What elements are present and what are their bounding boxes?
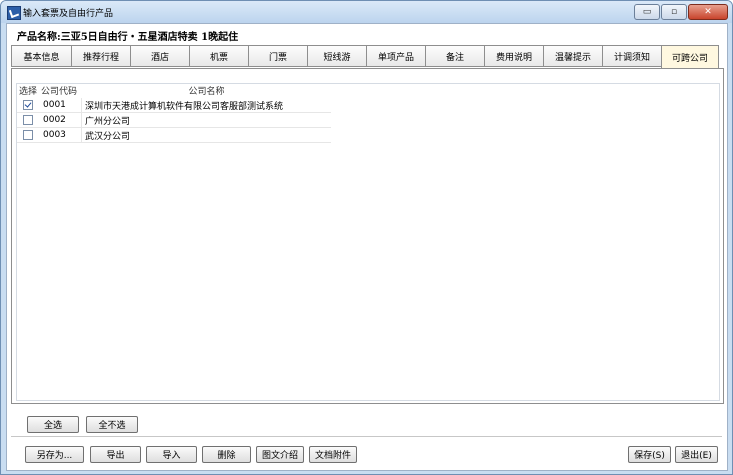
close-button[interactable]: ✕ (688, 4, 728, 20)
tab-label: 温馨提示 (554, 52, 591, 63)
row-name: 深圳市天港成计算机软件有限公司客服部测试系统 (85, 101, 284, 112)
row-code: 0002 (39, 113, 82, 127)
row-code: 0003 (39, 128, 82, 142)
tab-air-ticket[interactable]: 机票 (189, 45, 249, 67)
button-label: 退出(E) (681, 451, 712, 461)
button-label: 导入 (162, 451, 181, 461)
minimize-button[interactable]: ▭ (634, 4, 660, 20)
tab-label: 机票 (209, 52, 228, 63)
button-label: 另存为... (36, 451, 73, 461)
tab-fee-description[interactable]: 费用说明 (484, 45, 544, 67)
client-area: 产品名称:三亚5日自由行・五星酒店特卖 1晚起住 基本信息 推荐行程 酒店 机票… (6, 23, 728, 471)
tab-remarks[interactable]: 备注 (425, 45, 485, 67)
grid-header: 选择 公司代码 公司名称 (17, 84, 331, 97)
tab-warm-tips[interactable]: 温馨提示 (543, 45, 603, 67)
product-name: 产品名称:三亚5日自由行・五星酒店特卖 1晚起住 (17, 32, 239, 43)
row-checkbox[interactable] (23, 100, 33, 110)
delete-button[interactable]: 删除 (202, 446, 251, 463)
title-bar[interactable]: 输入套票及自由行产品 ▭ ▫ ✕ (1, 1, 732, 23)
button-label: 全选 (43, 421, 62, 431)
table-row[interactable]: 0001 深圳市天港成计算机软件有限公司客服部测试系统 (17, 98, 331, 113)
table-row[interactable]: 0002 广州分公司 (17, 113, 331, 128)
save-button[interactable]: 保存(S) (628, 446, 671, 463)
row-select-cell[interactable] (17, 98, 39, 112)
tab-recommended-itinerary[interactable]: 推荐行程 (71, 45, 131, 67)
tab-label: 短线游 (323, 52, 351, 63)
tab-label: 可跨公司 (671, 53, 708, 64)
tab-label: 费用说明 (495, 52, 532, 63)
tab-label: 计调须知 (613, 52, 650, 63)
restore-button[interactable]: ▫ (661, 4, 687, 20)
import-button[interactable]: 导入 (146, 446, 197, 463)
button-label: 全不选 (98, 421, 126, 431)
row-select-cell[interactable] (17, 128, 39, 142)
window-title: 输入套票及自由行产品 (23, 9, 114, 19)
header-company-name[interactable]: 公司名称 (82, 84, 331, 97)
select-none-button[interactable]: 全不选 (86, 416, 138, 433)
attachment-button[interactable]: 文档附件 (309, 446, 357, 463)
intro-button[interactable]: 图文介绍 (256, 446, 304, 463)
button-label: 保存(S) (634, 451, 665, 461)
tab-label: 备注 (445, 52, 464, 63)
save-as-button[interactable]: 另存为... (25, 446, 84, 463)
button-label: 图文介绍 (261, 451, 298, 461)
app-icon (7, 6, 21, 20)
company-grid: 选择 公司代码 公司名称 0001 深圳市天港成计算机软件有限公司客服部测试系统… (16, 83, 720, 401)
tab-label: 单项产品 (377, 52, 414, 63)
export-button[interactable]: 导出 (90, 446, 141, 463)
close-icon: ✕ (704, 7, 712, 17)
tab-label: 门票 (268, 52, 287, 63)
row-checkbox[interactable] (23, 130, 33, 140)
tab-label: 推荐行程 (82, 52, 119, 63)
row-name: 武汉分公司 (85, 131, 131, 142)
tab-panel: 选择 公司代码 公司名称 0001 深圳市天港成计算机软件有限公司客服部测试系统… (11, 68, 724, 404)
select-all-button[interactable]: 全选 (27, 416, 79, 433)
table-row[interactable]: 0003 武汉分公司 (17, 128, 331, 143)
tab-single-product[interactable]: 单项产品 (366, 45, 426, 67)
header-select[interactable]: 选择 (17, 84, 39, 97)
button-label: 删除 (217, 451, 236, 461)
button-label: 导出 (106, 451, 125, 461)
main-window: 输入套票及自由行产品 ▭ ▫ ✕ 产品名称:三亚5日自由行・五星酒店特卖 1晚起… (0, 0, 733, 475)
row-name: 广州分公司 (85, 116, 131, 127)
header-company-code[interactable]: 公司代码 (39, 84, 82, 97)
tab-strip: 基本信息 推荐行程 酒店 机票 门票 短线游 单项产品 备注 费用说明 温馨提示… (11, 45, 719, 69)
row-checkbox[interactable] (23, 115, 33, 125)
minimize-icon: ▭ (642, 7, 652, 17)
row-code: 0001 (39, 98, 82, 112)
tab-admission-ticket[interactable]: 门票 (248, 45, 308, 67)
tab-operator-notes[interactable]: 计调须知 (602, 45, 662, 67)
tab-label: 基本信息 (23, 52, 60, 63)
tab-label: 酒店 (150, 52, 169, 63)
restore-icon: ▫ (670, 7, 678, 17)
tab-basic-info[interactable]: 基本信息 (11, 45, 72, 67)
divider (11, 436, 722, 437)
tab-hotel[interactable]: 酒店 (130, 45, 190, 67)
exit-button[interactable]: 退出(E) (675, 446, 718, 463)
row-select-cell[interactable] (17, 113, 39, 127)
window-controls: ▭ ▫ ✕ (634, 4, 728, 20)
tab-cross-company[interactable]: 可跨公司 (661, 45, 719, 69)
button-label: 文档附件 (314, 451, 351, 461)
tab-short-tour[interactable]: 短线游 (307, 45, 367, 67)
